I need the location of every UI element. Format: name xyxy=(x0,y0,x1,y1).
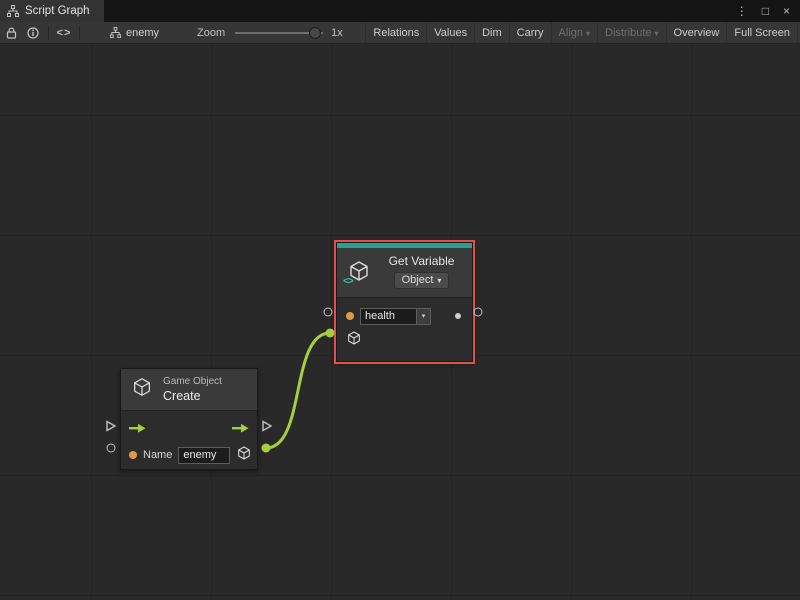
flow-input-arrow-icon[interactable] xyxy=(129,420,146,438)
graph-name: enemy xyxy=(126,27,159,39)
variable-kind-dropdown[interactable]: Object ▾ xyxy=(394,272,450,289)
create-body: Name xyxy=(121,411,257,468)
node-supertitle: Game Object xyxy=(163,375,222,388)
param-label: Name xyxy=(143,449,172,461)
wire-end-port[interactable] xyxy=(326,329,335,338)
create-header: Game Object Create xyxy=(121,369,257,411)
graph-icon xyxy=(7,5,19,17)
create-flow-out-port[interactable] xyxy=(262,421,273,432)
zoom-label: Zoom xyxy=(197,27,225,39)
get-variable-left-port[interactable] xyxy=(324,308,333,317)
dim-button[interactable]: Dim xyxy=(474,22,509,43)
code-overlay-icon: <> xyxy=(343,276,353,287)
overview-button[interactable]: Overview xyxy=(666,22,727,43)
distribute-button[interactable]: Distribute ▾ xyxy=(597,22,665,43)
toolbar-buttons: Relations Values Dim Carry Align ▾ Distr… xyxy=(365,22,800,43)
name-value-input[interactable] xyxy=(178,447,230,464)
relations-button[interactable]: Relations xyxy=(365,22,426,43)
align-button[interactable]: Align ▾ xyxy=(551,22,597,43)
chevron-down-icon: ▾ xyxy=(422,312,426,320)
flow-output-arrow-icon[interactable] xyxy=(232,420,249,438)
carry-button[interactable]: Carry xyxy=(509,22,551,43)
result-cube-icon xyxy=(236,445,252,466)
maximize-icon[interactable]: □ xyxy=(762,4,769,18)
edit-code-button[interactable]: <> xyxy=(53,22,75,43)
graph-breadcrumb[interactable]: enemy xyxy=(110,27,159,39)
node-get-variable[interactable]: <> Get Variable Object ▾ ▾ xyxy=(336,242,473,362)
name-input-port[interactable] xyxy=(129,451,137,459)
zoom-slider[interactable] xyxy=(235,26,323,40)
node-title: Get Variable xyxy=(389,253,455,269)
variable-name-dropdown[interactable]: ▾ xyxy=(416,308,431,325)
lock-button[interactable] xyxy=(0,22,22,43)
node-create-game-object[interactable]: Game Object Create xyxy=(120,368,258,470)
script-graph-window: Script Graph ⋮ □ × <> xyxy=(0,0,800,600)
create-name-left-port[interactable] xyxy=(107,444,116,453)
values-button[interactable]: Values xyxy=(426,22,474,43)
menu-icon[interactable]: ⋮ xyxy=(736,4,748,18)
chevron-down-icon: ▾ xyxy=(437,276,441,285)
get-variable-right-port[interactable] xyxy=(474,308,483,317)
gameobject-port-cube-icon xyxy=(346,330,362,351)
create-flow-in-port[interactable] xyxy=(106,421,117,432)
info-icon xyxy=(27,27,39,39)
tab-script-graph[interactable]: Script Graph xyxy=(0,0,104,22)
close-icon[interactable]: × xyxy=(783,4,790,18)
zoom-value: 1x xyxy=(331,27,343,39)
node-title: Create xyxy=(163,388,222,404)
graph-canvas[interactable]: <> Get Variable Object ▾ ▾ xyxy=(0,44,800,600)
chevron-down-icon: ▾ xyxy=(655,29,659,38)
variable-name-input[interactable] xyxy=(360,308,416,325)
gameobject-cube-icon xyxy=(131,376,153,403)
titlebar: Script Graph ⋮ □ × xyxy=(0,0,800,22)
get-variable-header: <> Get Variable Object ▾ xyxy=(337,248,472,298)
info-button[interactable] xyxy=(22,22,44,43)
tab-title: Script Graph xyxy=(25,5,90,17)
toolbar: <> enemy Zoom 1x Relations Values Dim xyxy=(0,22,800,44)
variable-cube-icon: <> xyxy=(347,259,371,283)
toolbar-separator xyxy=(48,26,49,40)
get-variable-body: ▾ xyxy=(337,298,472,353)
lock-icon xyxy=(6,27,17,39)
value-output-port[interactable] xyxy=(455,313,461,319)
chevron-down-icon: ▾ xyxy=(586,29,590,38)
fullscreen-button[interactable]: Full Screen xyxy=(726,22,798,43)
toolbar-separator xyxy=(79,26,80,40)
code-icon: <> xyxy=(57,27,72,39)
value-input-port[interactable] xyxy=(346,312,354,320)
wire-start-port[interactable] xyxy=(262,444,271,453)
connection-wire[interactable] xyxy=(266,333,330,448)
zoom-slider-handle[interactable] xyxy=(309,27,321,39)
graph-asset-icon xyxy=(110,27,121,38)
